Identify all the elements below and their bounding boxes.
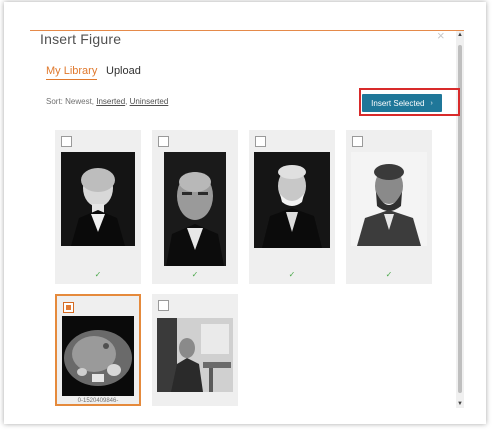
tab-my-library[interactable]: My Library [46,65,98,80]
figure-card[interactable] [152,294,238,406]
figure-card[interactable]: ✓ [346,130,432,284]
figure-thumbnail[interactable] [61,152,135,246]
inserted-check-icon: ✓ [191,270,199,279]
figure-checkbox[interactable] [158,136,169,147]
figure-thumbnail[interactable] [157,318,233,392]
figure-thumbnail[interactable] [254,152,330,248]
figure-thumbnail[interactable] [62,316,134,396]
inserted-check-icon: ✓ [385,270,393,279]
inserted-check-icon: ✓ [288,270,296,279]
figure-card[interactable]: ✓ [152,130,238,284]
sort-uninserted-link[interactable]: Uninserted [130,97,169,106]
figure-checkbox[interactable] [352,136,363,147]
scroll-down-icon[interactable]: ▼ [456,400,464,408]
figure-caption: 0-1520409846- [77,398,119,404]
sort-inserted-link[interactable]: Inserted [96,97,125,106]
figure-thumbnail[interactable] [351,152,427,246]
tab-upload[interactable]: Upload [106,65,141,77]
figure-checkbox[interactable] [158,300,169,311]
figure-card-selected[interactable]: 0-1520409846- [55,294,141,406]
sort-label: Sort: Newest, [46,97,97,106]
figure-checkbox-checked[interactable] [63,302,74,313]
scroll-up-icon[interactable]: ▲ [456,31,464,39]
sort-row: Sort: Newest, Inserted, Uninserted [46,97,168,106]
dialog-title: Insert Figure [40,31,122,47]
figure-card[interactable]: ✓ [249,130,335,284]
inserted-check-icon: ✓ [94,270,102,279]
figure-thumbnail[interactable] [164,152,226,266]
figure-checkbox[interactable] [61,136,72,147]
highlight-annotation [359,88,460,116]
close-icon[interactable]: × [437,29,445,43]
figure-checkbox[interactable] [255,136,266,147]
figure-card[interactable]: ✓ [55,130,141,284]
